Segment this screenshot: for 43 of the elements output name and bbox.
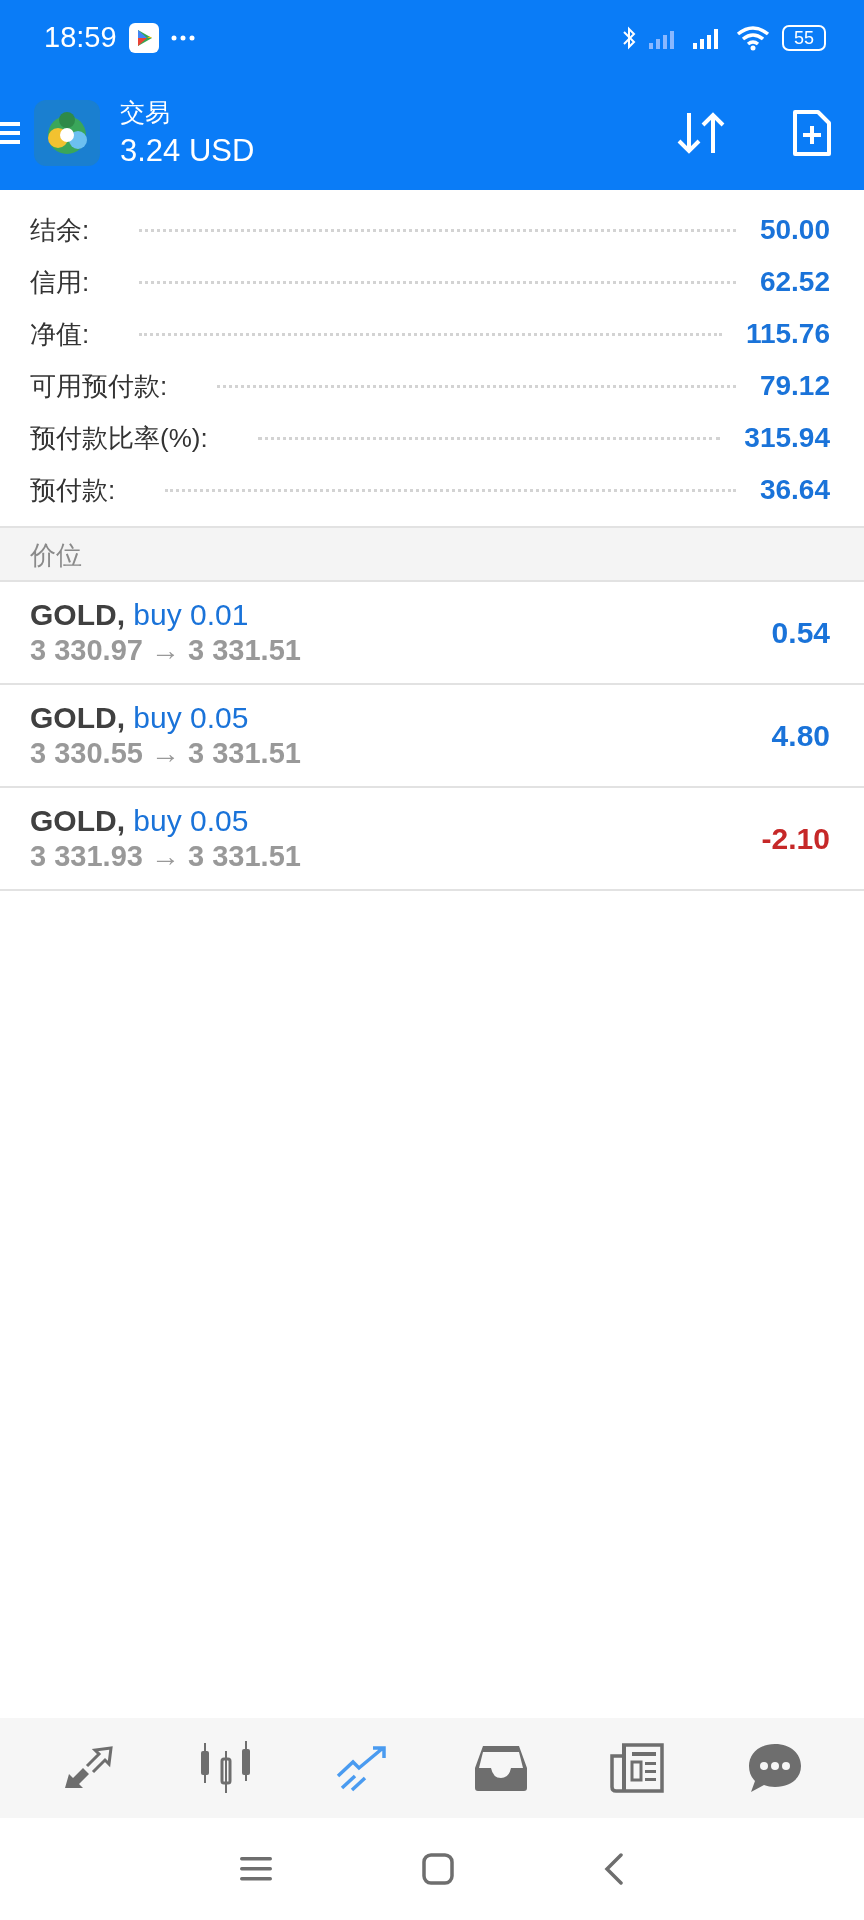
position-row[interactable]: GOLD, buy 0.05 3 330.55 → 3 331.51 4.80: [0, 685, 864, 788]
summary-label: 预付款比率(%):: [30, 421, 209, 455]
home-icon[interactable]: [422, 1853, 454, 1885]
position-side: buy 0.05: [133, 701, 249, 734]
summary-value: 115.76: [745, 318, 830, 350]
position-prices: 3 331.93 → 3 331.51: [30, 840, 301, 873]
bluetooth-icon: [621, 25, 636, 50]
position-profit: 0.54: [771, 615, 830, 650]
position-row[interactable]: GOLD, buy 0.05 3 331.93 → 3 331.51 -2.10: [0, 788, 864, 891]
wifi-icon: [735, 24, 770, 51]
summary-value: 79.12: [759, 370, 830, 402]
app-logo-icon: [34, 99, 100, 166]
summary-label: 可用预付款:: [30, 369, 169, 403]
summary-label: 净值:: [30, 317, 91, 351]
position-symbol: GOLD,: [30, 598, 125, 631]
position-prices: 3 330.55 → 3 331.51: [30, 737, 301, 770]
new-order-icon[interactable]: [792, 108, 832, 157]
summary-value: 50.00: [759, 214, 830, 246]
account-balance: 3.24 USD: [120, 133, 256, 169]
position-profit: 4.80: [771, 718, 830, 753]
menu-icon[interactable]: [240, 1856, 272, 1882]
position-prices: 3 330.97 → 3 331.51: [30, 634, 301, 667]
summary-value: 315.94: [744, 422, 830, 454]
section-header: 价位: [0, 528, 864, 582]
position-profit: -2.10: [761, 821, 830, 856]
summary-label: 结余:: [30, 213, 91, 247]
back-icon[interactable]: [604, 1853, 624, 1885]
more-icon: [170, 34, 195, 41]
menu-icon[interactable]: [0, 119, 20, 146]
sort-icon[interactable]: [676, 110, 726, 155]
position-symbol: GOLD,: [30, 804, 125, 837]
position-row[interactable]: GOLD, buy 0.01 3 330.97 → 3 331.51 0.54: [0, 582, 864, 685]
position-side: buy 0.05: [133, 804, 249, 837]
position-side: buy 0.01: [133, 598, 249, 631]
summary-label: 预付款:: [30, 473, 117, 507]
summary-label: 信用:: [30, 265, 91, 299]
play-store-icon: [128, 22, 159, 53]
summary-value: 36.64: [759, 474, 830, 506]
status-time: 18:59: [44, 21, 117, 54]
battery-level: 55: [781, 24, 826, 51]
summary-value: 62.52: [759, 266, 830, 298]
position-symbol: GOLD,: [30, 701, 125, 734]
screen-title: 交易: [120, 97, 171, 128]
